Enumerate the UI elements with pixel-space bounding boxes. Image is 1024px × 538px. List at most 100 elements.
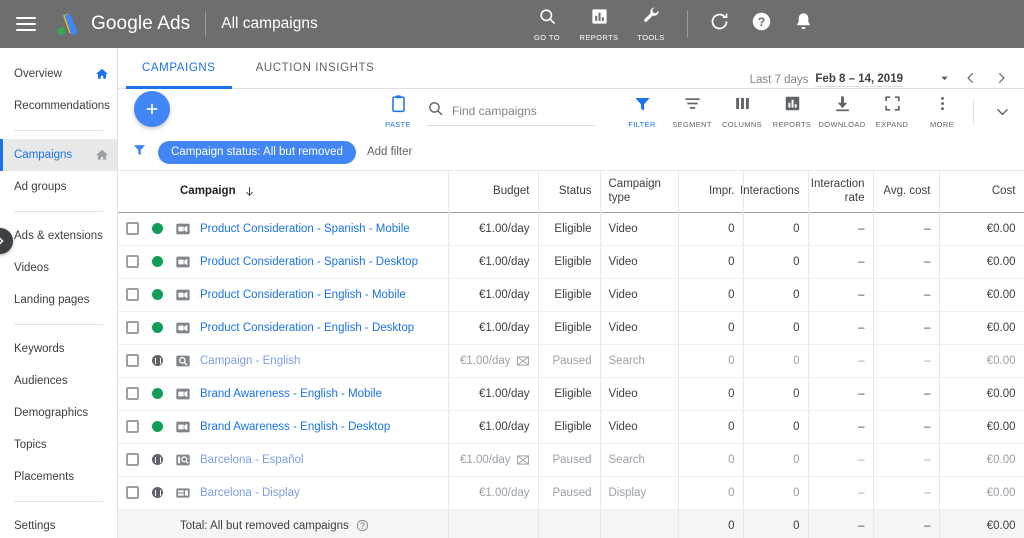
campaign-link[interactable]: Barcelona - Español: [200, 454, 304, 466]
sidebar-item-keywords[interactable]: Keywords: [0, 333, 117, 365]
cell-budget[interactable]: €1.00/day: [448, 311, 539, 344]
date-prev-button[interactable]: [956, 71, 986, 88]
filter-button[interactable]: FILTER: [617, 94, 667, 129]
table-row[interactable]: Barcelona - Display €1.00/day Paused Displa…: [118, 476, 1024, 509]
add-filter-button[interactable]: Add filter: [367, 146, 412, 158]
column-header-budget[interactable]: Budget: [448, 171, 539, 212]
sidebar-item-campaigns[interactable]: Campaigns: [0, 139, 117, 171]
date-range-value[interactable]: Feb 8 – 14, 2019: [815, 73, 903, 87]
column-header-inter[interactable]: Interactions: [740, 171, 809, 212]
top-action-reports[interactable]: REPORTS: [573, 7, 625, 42]
sidebar-item-ads-extensions[interactable]: Ads & extensions: [0, 220, 117, 252]
status-dot-green[interactable]: [151, 256, 163, 267]
status-dot-paused[interactable]: [151, 487, 163, 498]
campaign-link[interactable]: Campaign - English: [200, 355, 300, 367]
column-header-type[interactable]: Campaign type: [600, 171, 679, 212]
status-dot-paused[interactable]: [151, 355, 163, 366]
search-input[interactable]: [452, 104, 582, 118]
hamburger-menu-icon[interactable]: [16, 17, 36, 31]
row-checkbox[interactable]: [126, 486, 139, 499]
column-header-avgcost[interactable]: Avg. cost: [873, 171, 940, 212]
column-header-rate[interactable]: Interaction rate: [808, 171, 874, 212]
column-header-impr[interactable]: Impr.: [678, 171, 744, 212]
column-header-cost[interactable]: Cost: [939, 171, 1024, 212]
date-next-button[interactable]: [986, 71, 1016, 88]
cell-budget[interactable]: €1.00/day: [448, 344, 539, 377]
table-row[interactable]: Product Consideration - English - Deskto…: [118, 311, 1024, 344]
sidebar-item-ad-groups[interactable]: Ad groups: [0, 171, 117, 203]
download-button[interactable]: DOWNLOAD: [817, 94, 867, 129]
cell-budget[interactable]: €1.00/day: [448, 212, 539, 245]
reports-button[interactable]: REPORTS: [767, 94, 817, 129]
table-row[interactable]: Campaign - English €1.00/day Paused Search…: [118, 344, 1024, 377]
segment-button[interactable]: SEGMENT: [667, 94, 717, 129]
cell-budget[interactable]: €1.00/day: [448, 245, 539, 278]
row-checkbox[interactable]: [126, 453, 139, 466]
row-checkbox[interactable]: [126, 321, 139, 334]
filter-chip-campaign-status[interactable]: Campaign status: All but removed: [158, 140, 356, 164]
sidebar-item-landing-pages[interactable]: Landing pages: [0, 284, 117, 316]
tab-campaigns[interactable]: CAMPAIGNS: [126, 48, 232, 89]
sidebar-item-placements[interactable]: Placements: [0, 461, 117, 493]
sidebar-item-topics[interactable]: Topics: [0, 429, 117, 461]
cell-budget[interactable]: €1.00/day: [448, 443, 539, 476]
cell-budget[interactable]: €1.00/day: [448, 410, 539, 443]
add-campaign-button[interactable]: [134, 91, 170, 127]
cell-impressions-value: 0: [728, 420, 735, 433]
status-dot-green[interactable]: [151, 223, 163, 234]
table-row[interactable]: Product Consideration - English - Mobile…: [118, 278, 1024, 311]
status-dot-green[interactable]: [151, 421, 163, 432]
campaign-link[interactable]: Product Consideration - Spanish - Deskto…: [200, 256, 418, 268]
status-dot-paused[interactable]: [151, 454, 163, 465]
top-action-tools[interactable]: TOOLS: [625, 6, 677, 42]
cell-avg-cost: –: [873, 344, 940, 377]
row-checkbox[interactable]: [126, 222, 139, 235]
sidebar-item-settings[interactable]: Settings: [0, 510, 117, 538]
campaign-link[interactable]: Product Consideration - Spanish - Mobile: [200, 223, 410, 235]
campaign-link[interactable]: Product Consideration - English - Mobile: [200, 289, 406, 301]
table-row[interactable]: Barcelona - Español €1.00/day Paused Searc…: [118, 443, 1024, 476]
campaign-link[interactable]: Barcelona - Display: [200, 487, 300, 499]
cell-budget[interactable]: €1.00/day: [448, 377, 539, 410]
sidebar-item-overview[interactable]: Overview: [0, 58, 117, 90]
campaign-link[interactable]: Brand Awareness - English - Desktop: [200, 421, 390, 433]
status-dot-green[interactable]: [151, 388, 163, 399]
campaigns-table-container[interactable]: Campaign Budget Status Campaign type Impr. I…: [118, 171, 1024, 538]
notifications-button[interactable]: [782, 0, 824, 48]
campaign-link[interactable]: Product Consideration - English - Deskto…: [200, 322, 414, 334]
row-checkbox[interactable]: [126, 354, 139, 367]
caret-down-icon[interactable]: [939, 73, 950, 87]
funnel-icon[interactable]: [132, 142, 147, 162]
row-checkbox[interactable]: [126, 387, 139, 400]
expand-button[interactable]: EXPAND: [867, 94, 917, 129]
row-checkbox[interactable]: [126, 420, 139, 433]
status-dot-green[interactable]: [151, 289, 163, 300]
columns-button[interactable]: COLUMNS: [717, 94, 767, 129]
cell-campaign-type-value: Video: [608, 387, 638, 400]
table-row[interactable]: Product Consideration - Spanish - Deskto…: [118, 245, 1024, 278]
row-checkbox[interactable]: [126, 288, 139, 301]
cell-budget[interactable]: €1.00/day: [448, 278, 539, 311]
column-header-campaign[interactable]: Campaign: [118, 171, 449, 212]
table-row[interactable]: Product Consideration - Spanish - Mobile…: [118, 212, 1024, 245]
table-row[interactable]: Brand Awareness - English - Desktop €1.00…: [118, 410, 1024, 443]
refresh-button[interactable]: [698, 0, 740, 48]
sidebar-item-recommendations[interactable]: Recommendations: [0, 90, 117, 122]
table-row[interactable]: Brand Awareness - English - Mobile €1.00/…: [118, 377, 1024, 410]
cell-budget[interactable]: €1.00/day: [448, 476, 539, 509]
sidebar-item-audiences[interactable]: Audiences: [0, 365, 117, 397]
collapse-toolbar-button[interactable]: [980, 103, 1024, 120]
column-header-status[interactable]: Status: [538, 171, 601, 212]
status-dot-green[interactable]: [151, 322, 163, 333]
paste-button[interactable]: PASTE: [373, 94, 423, 129]
help-button[interactable]: ?: [740, 0, 782, 48]
row-checkbox[interactable]: [126, 255, 139, 268]
tab-auction-insights[interactable]: AUCTION INSIGHTS: [240, 48, 391, 88]
total-status: [538, 509, 601, 538]
sidebar-item-demographics[interactable]: Demographics: [0, 397, 117, 429]
search-campaigns-box[interactable]: [427, 98, 595, 126]
more-button[interactable]: MORE: [917, 94, 967, 129]
top-action-go-to[interactable]: GO TO: [521, 7, 573, 42]
campaign-link[interactable]: Brand Awareness - English - Mobile: [200, 388, 382, 400]
sidebar-item-videos[interactable]: Videos: [0, 252, 117, 284]
